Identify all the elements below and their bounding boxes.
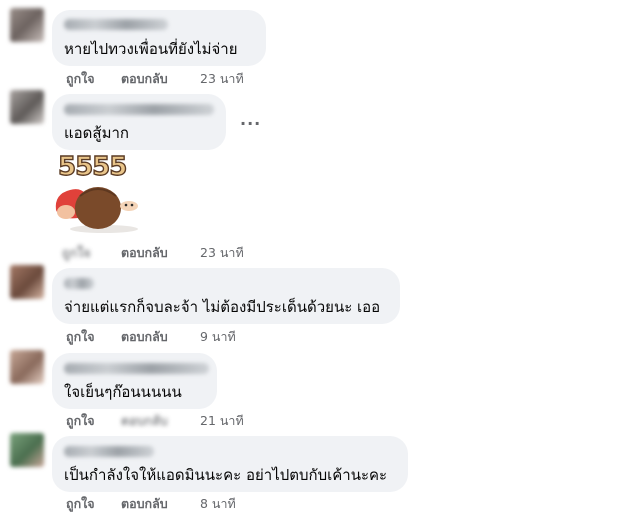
reply-button[interactable]: ตอบกลับ [121, 329, 168, 345]
like-button[interactable]: ถูกใจ [66, 329, 95, 345]
comment-bubble: หายไปทวงเพื่อนที่ยังไม่จ่าย [52, 10, 266, 66]
avatar[interactable] [10, 8, 44, 42]
reply-button[interactable]: ตอบกลับ [121, 71, 168, 87]
like-button[interactable]: ถูกใจ [66, 496, 95, 512]
reply-button[interactable]: ตอบกลับ [121, 496, 168, 512]
more-options-icon[interactable]: ··· [240, 114, 261, 133]
commenter-name[interactable] [64, 19, 168, 30]
like-button[interactable]: ถูกใจ [66, 413, 95, 429]
comment-text: เป็นกำลังใจให้แอดมินนะคะ อย่าไปตบกับเค้า… [64, 466, 388, 484]
commenter-name[interactable] [64, 278, 94, 289]
comment-timestamp[interactable]: 8 นาที [200, 496, 236, 512]
commenter-name[interactable] [64, 104, 214, 115]
commenter-name[interactable] [64, 363, 209, 374]
laughing-sticker: 5555 [52, 151, 144, 236]
comment-bubble: จ่ายแต่แรกก็จบละจ้า ไม่ต้องมีประเด็นด้วย… [52, 268, 400, 324]
comment-thread: หายไปทวงเพื่อนที่ยังไม่จ่าย ถูกใจ ตอบกลั… [0, 0, 638, 520]
comment-timestamp[interactable]: 23 นาที [200, 245, 244, 261]
avatar[interactable] [10, 265, 44, 299]
avatar[interactable] [10, 90, 44, 124]
comment-timestamp[interactable]: 23 นาที [200, 71, 244, 87]
avatar[interactable] [10, 433, 44, 467]
comment-text: ใจเย็นๆก๊อนนนนน [64, 383, 182, 401]
reply-button[interactable]: ตอบกลับ [121, 245, 168, 261]
comment-timestamp[interactable]: 9 นาที [200, 329, 236, 345]
like-button[interactable]: ถูกใจ [62, 245, 91, 261]
comment-text: หายไปทวงเพื่อนที่ยังไม่จ่าย [64, 40, 238, 58]
avatar[interactable] [10, 350, 44, 384]
like-button[interactable]: ถูกใจ [66, 71, 95, 87]
comment-timestamp[interactable]: 21 นาที [200, 413, 244, 429]
comment-text: จ่ายแต่แรกก็จบละจ้า ไม่ต้องมีประเด็นด้วย… [64, 298, 381, 316]
comment-bubble: แอดสู้มาก [52, 94, 226, 150]
comment-bubble: เป็นกำลังใจให้แอดมินนะคะ อย่าไปตบกับเค้า… [52, 436, 408, 492]
commenter-name[interactable] [64, 446, 154, 457]
comment-bubble: ใจเย็นๆก๊อนนนนน [52, 353, 217, 409]
comment-text: แอดสู้มาก [64, 124, 129, 142]
reply-button[interactable]: ตอบกลับ [121, 413, 168, 429]
